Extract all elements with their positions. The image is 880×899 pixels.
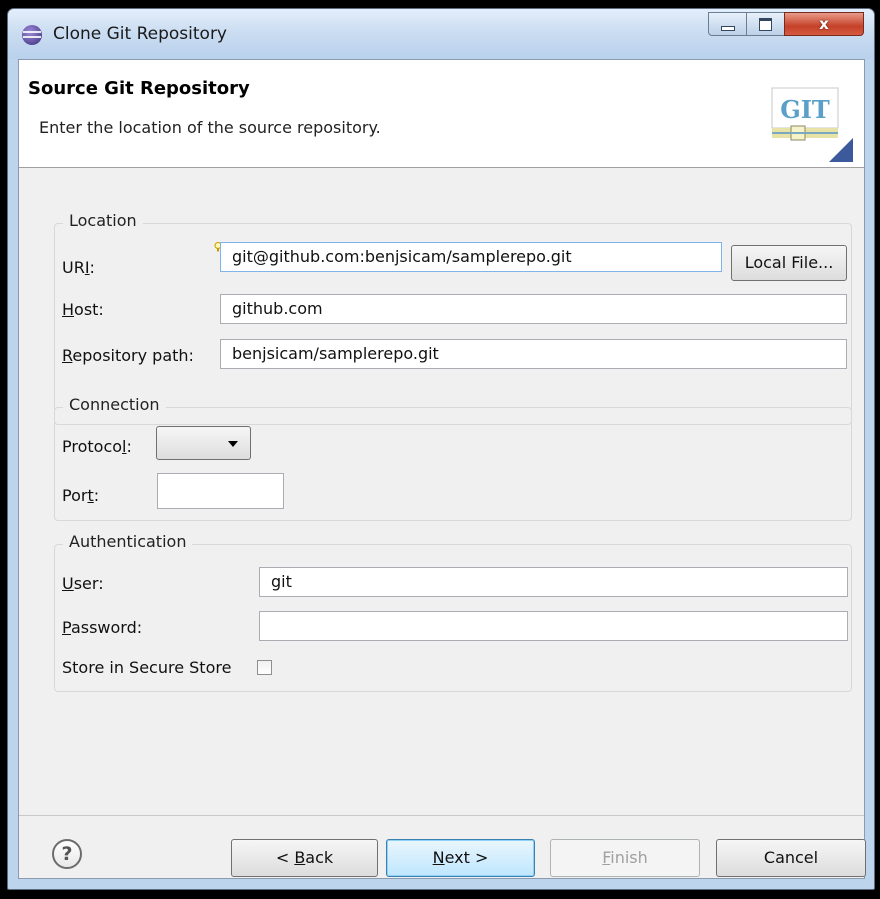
password-field[interactable]: [259, 611, 848, 641]
git-logo-icon: GIT: [771, 87, 853, 162]
protocol-label: Protocol:: [62, 437, 132, 456]
close-button[interactable]: x: [784, 12, 864, 36]
title-bar[interactable]: Clone Git Repository x: [8, 9, 874, 59]
store-secure-label: Store in Secure Store: [62, 658, 232, 677]
port-label: Port:: [62, 486, 100, 505]
uri-field[interactable]: git@github.com:benjsicam/samplerepo.git: [220, 242, 722, 272]
maximize-button[interactable]: [746, 12, 786, 36]
maximize-icon: [759, 18, 772, 31]
next-button[interactable]: Next >: [386, 839, 535, 877]
host-field[interactable]: github.com: [220, 294, 847, 324]
page-title: Source Git Repository: [28, 78, 250, 99]
cancel-button[interactable]: Cancel: [716, 839, 866, 877]
repository-path-field[interactable]: benjsicam/samplerepo.git: [220, 339, 847, 369]
back-button[interactable]: < Back: [231, 839, 378, 877]
eclipse-icon: [22, 25, 42, 45]
help-button[interactable]: ?: [52, 839, 82, 869]
location-legend: Location: [63, 211, 143, 230]
host-label: Host:: [62, 300, 104, 319]
git-logo-text: GIT: [780, 95, 830, 124]
finish-button[interactable]: Finish: [550, 839, 700, 877]
user-label: User:: [62, 574, 104, 593]
store-secure-checkbox[interactable]: [257, 660, 272, 675]
user-field[interactable]: git: [259, 567, 848, 597]
protocol-dropdown[interactable]: [156, 426, 251, 460]
footer-separator: [19, 815, 864, 816]
dialog-content: Source Git Repository Enter the location…: [18, 59, 866, 879]
local-file-button[interactable]: Local File...: [731, 245, 847, 281]
page-description: Enter the location of the source reposit…: [39, 118, 381, 137]
minimize-button[interactable]: [708, 12, 748, 36]
chevron-down-icon: [228, 441, 238, 447]
minimize-icon: [721, 26, 735, 31]
uri-label: URI:: [62, 258, 95, 277]
wizard-header: Source Git Repository Enter the location…: [19, 60, 864, 168]
close-icon: x: [819, 15, 829, 33]
repository-path-label: Repository path:: [62, 346, 194, 365]
password-label: Password:: [62, 618, 143, 637]
authentication-legend: Authentication: [63, 532, 193, 551]
port-field[interactable]: [157, 473, 284, 509]
connection-legend: Connection: [63, 395, 166, 414]
dialog-window: Clone Git Repository x Source Git Reposi…: [7, 8, 875, 890]
window-title: Clone Git Repository: [53, 24, 227, 44]
